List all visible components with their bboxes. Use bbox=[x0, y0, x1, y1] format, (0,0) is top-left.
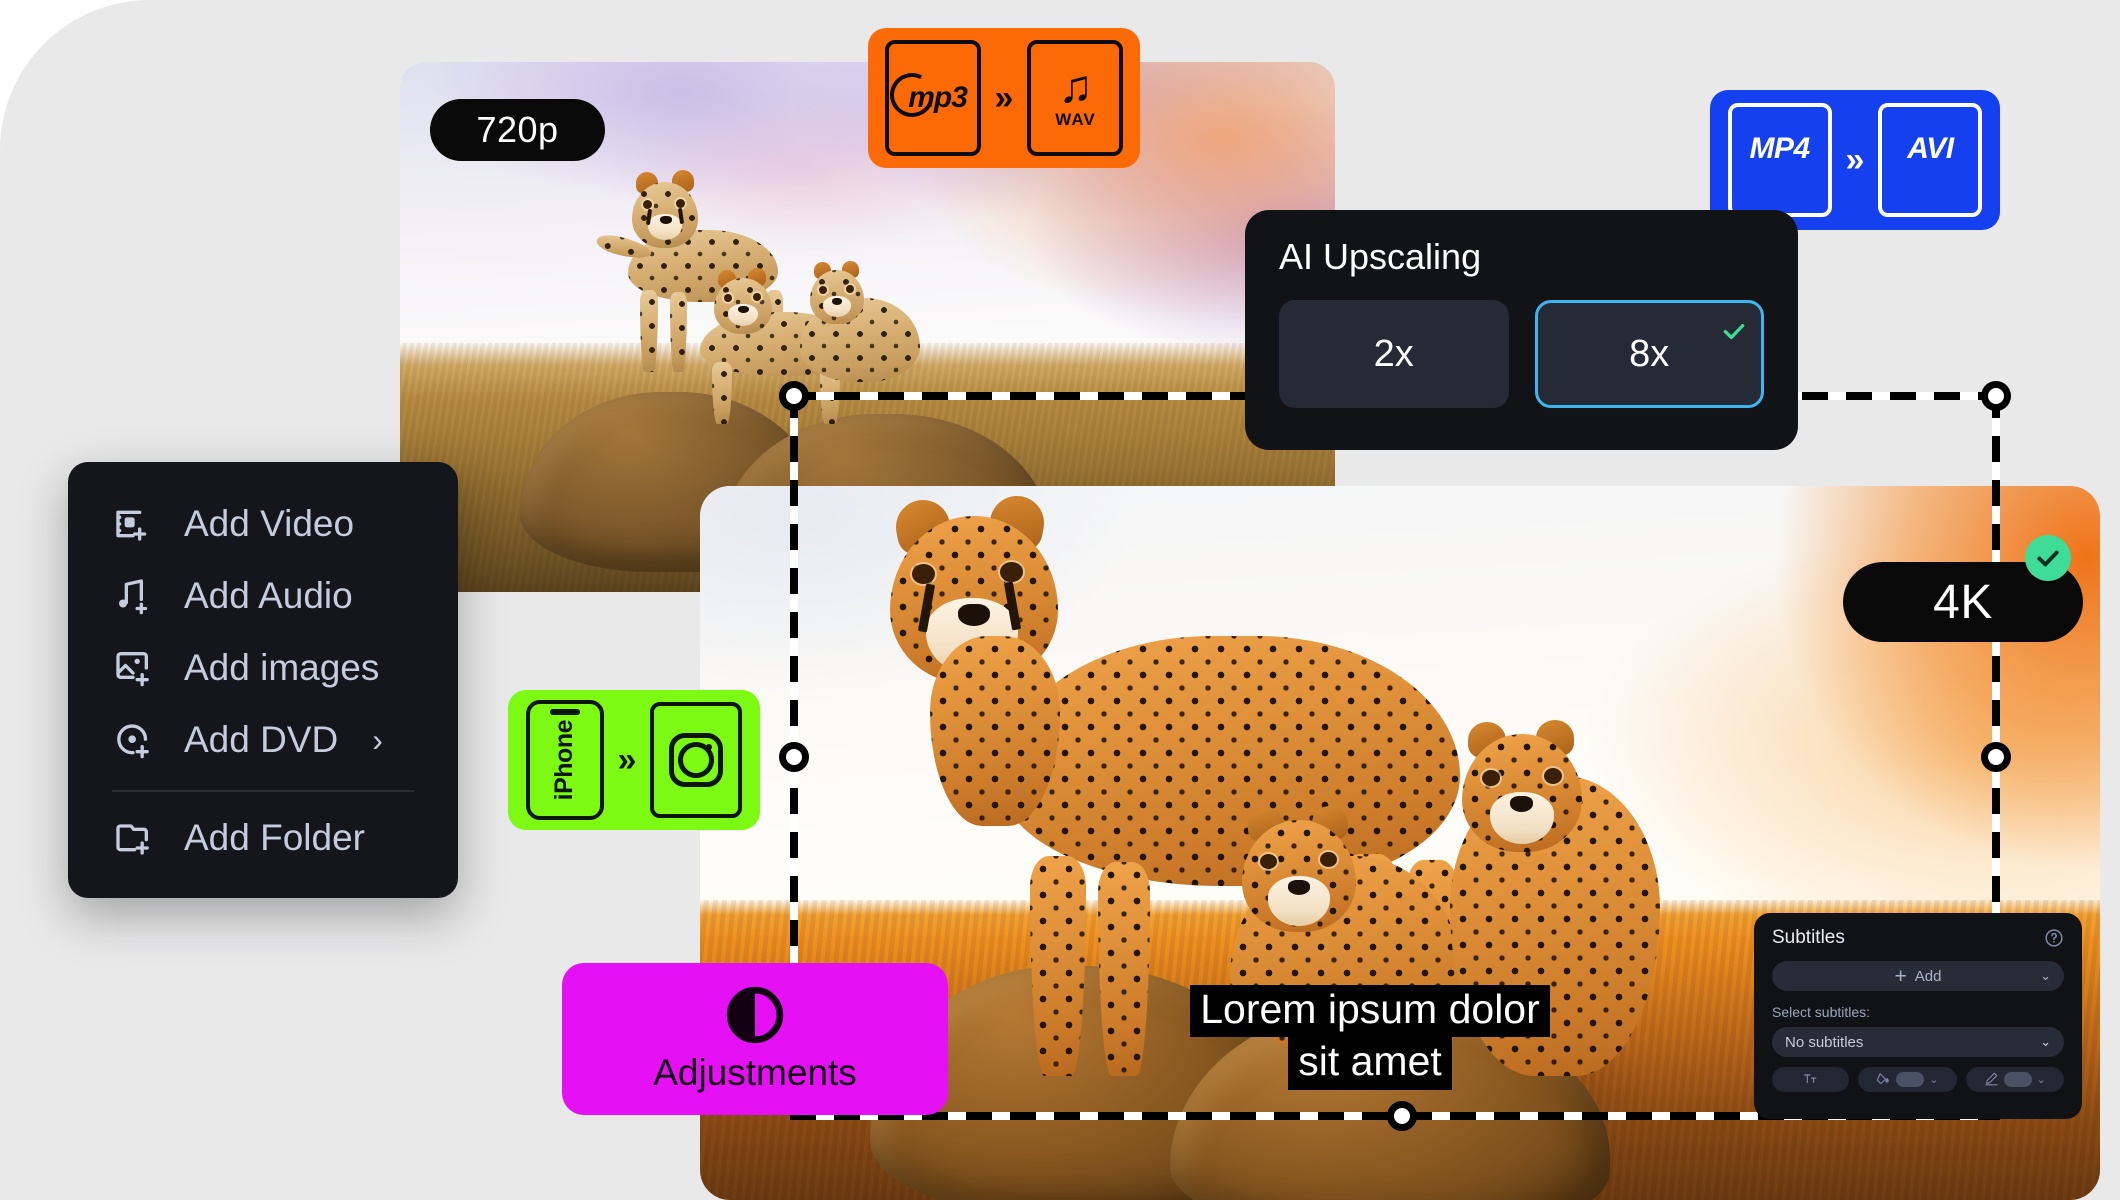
file-icon-wav: ♫ WAV bbox=[1027, 40, 1124, 156]
caption-line-1: Lorem ipsum dolor bbox=[1190, 985, 1550, 1038]
file-icon-mp3: mp3 bbox=[884, 40, 981, 156]
chevron-right-icon: › bbox=[372, 721, 383, 758]
menu-item-add-video[interactable]: Add Video bbox=[68, 488, 458, 560]
subtitles-header: Subtitles bbox=[1772, 927, 2064, 949]
mp3-label: mp3 bbox=[898, 81, 968, 115]
music-note-icon: ♫ bbox=[1058, 60, 1093, 113]
upscale-options: 2x 8x bbox=[1279, 300, 1764, 408]
outline-tool[interactable]: ⌄ bbox=[1965, 1067, 2064, 1092]
resolution-badge-720p[interactable]: 720p bbox=[430, 99, 605, 161]
file-icon-instagram bbox=[650, 702, 743, 818]
add-media-menu[interactable]: Add Video Add Audio Add images Add DVD ›… bbox=[68, 462, 458, 898]
adjustments-label: Adjustments bbox=[653, 1052, 857, 1093]
add-subtitles-label: Add bbox=[1914, 967, 1942, 985]
select-subtitles-label: Select subtitles: bbox=[1772, 1004, 1871, 1020]
add-dvd-icon bbox=[112, 719, 154, 761]
video-tag-from: VIDEO bbox=[1753, 172, 1806, 187]
editor-stage: 720p 4K mp3 » ♫ WAV MP4 VIDEO » AVI VIDE… bbox=[0, 0, 2120, 1200]
fill-color-tool[interactable]: ⌄ bbox=[1858, 1067, 1957, 1092]
arrow-icon: » bbox=[617, 741, 637, 779]
upscale-option-label: 8x bbox=[1629, 332, 1670, 375]
instagram-icon bbox=[669, 733, 724, 787]
contrast-icon bbox=[724, 984, 786, 1046]
conversion-card-audio[interactable]: mp3 » ♫ WAV bbox=[868, 28, 1140, 168]
chevron-down-icon: ⌄ bbox=[1929, 1074, 1939, 1086]
subtitle-caption: Lorem ipsum dolor sit amet bbox=[1175, 985, 1565, 1090]
crop-handle-bottom-center[interactable] bbox=[1387, 1101, 1417, 1131]
fill-color-swatch[interactable] bbox=[1896, 1072, 1925, 1087]
conversion-card-device[interactable]: iPhone » bbox=[508, 690, 760, 830]
ai-upscaling-panel: AI Upscaling 2x 8x bbox=[1245, 210, 1798, 450]
add-audio-icon bbox=[112, 575, 154, 617]
adjustments-button[interactable]: Adjustments bbox=[562, 963, 948, 1115]
upscale-option-8x[interactable]: 8x bbox=[1534, 300, 1764, 408]
file-icon-avi: AVI VIDEO bbox=[1878, 103, 1983, 217]
add-subtitles-button[interactable]: + Add ⌄ bbox=[1772, 961, 2064, 991]
text-size-icon bbox=[1803, 1071, 1818, 1089]
menu-item-label: Add Folder bbox=[184, 817, 365, 858]
menu-item-label: Add DVD bbox=[184, 719, 339, 760]
caption-line-2: sit amet bbox=[1288, 1037, 1452, 1090]
font-size-tool[interactable] bbox=[1772, 1067, 1850, 1092]
pen-outline-icon bbox=[1984, 1071, 1999, 1089]
upscale-option-label: 2x bbox=[1373, 332, 1414, 375]
chevron-down-icon: ⌄ bbox=[2040, 1034, 2051, 1049]
chevron-down-icon: ⌄ bbox=[2040, 968, 2051, 983]
paint-bucket-icon bbox=[1876, 1071, 1891, 1089]
menu-item-label: Add Audio bbox=[184, 575, 353, 616]
subtitles-select[interactable]: No subtitles ⌄ bbox=[1772, 1027, 2064, 1057]
subtitles-panel: Subtitles + Add ⌄ Select subtitles: No s… bbox=[1754, 913, 2082, 1119]
chevron-down-icon: ⌄ bbox=[2036, 1074, 2046, 1086]
upscale-option-2x[interactable]: 2x bbox=[1279, 300, 1509, 408]
menu-item-add-dvd[interactable]: Add DVD › bbox=[68, 704, 458, 776]
mp4-label: MP4 bbox=[1749, 131, 1810, 165]
crop-handle-middle-left[interactable] bbox=[779, 742, 809, 772]
check-icon bbox=[1721, 311, 1747, 354]
avi-label: AVI bbox=[1907, 131, 1954, 165]
add-folder-icon bbox=[112, 817, 154, 859]
crop-handle-top-left[interactable] bbox=[779, 381, 809, 411]
wav-label: WAV bbox=[1055, 109, 1096, 129]
iphone-icon: iPhone bbox=[525, 700, 604, 820]
add-video-icon bbox=[112, 503, 154, 545]
file-icon-mp4: MP4 VIDEO bbox=[1727, 103, 1832, 217]
panel-title: Subtitles bbox=[1772, 927, 1845, 948]
menu-divider bbox=[112, 790, 414, 792]
video-tag-to: VIDEO bbox=[1904, 172, 1957, 187]
help-circle-icon[interactable] bbox=[2044, 928, 2064, 948]
panel-title: AI Upscaling bbox=[1279, 236, 1482, 277]
add-image-icon bbox=[112, 647, 154, 689]
arrow-icon: » bbox=[1845, 141, 1865, 179]
outline-color-swatch[interactable] bbox=[2003, 1072, 2032, 1087]
subtitles-tools: ⌄ ⌄ bbox=[1772, 1067, 2064, 1092]
plus-icon: + bbox=[1894, 964, 1907, 988]
conversion-card-video[interactable]: MP4 VIDEO » AVI VIDEO bbox=[1710, 90, 2000, 230]
crop-handle-top-right[interactable] bbox=[1981, 381, 2011, 411]
menu-item-add-folder[interactable]: Add Folder bbox=[68, 802, 458, 874]
menu-item-label: Add images bbox=[184, 647, 380, 688]
menu-item-add-audio[interactable]: Add Audio bbox=[68, 560, 458, 632]
check-icon bbox=[2025, 535, 2071, 581]
iphone-label: iPhone bbox=[550, 719, 579, 801]
crop-handle-middle-right[interactable] bbox=[1981, 742, 2011, 772]
menu-item-add-images[interactable]: Add images bbox=[68, 632, 458, 704]
subtitles-selected-value: No subtitles bbox=[1785, 1033, 1864, 1051]
arrow-icon: » bbox=[994, 79, 1014, 117]
menu-item-label: Add Video bbox=[184, 503, 355, 544]
